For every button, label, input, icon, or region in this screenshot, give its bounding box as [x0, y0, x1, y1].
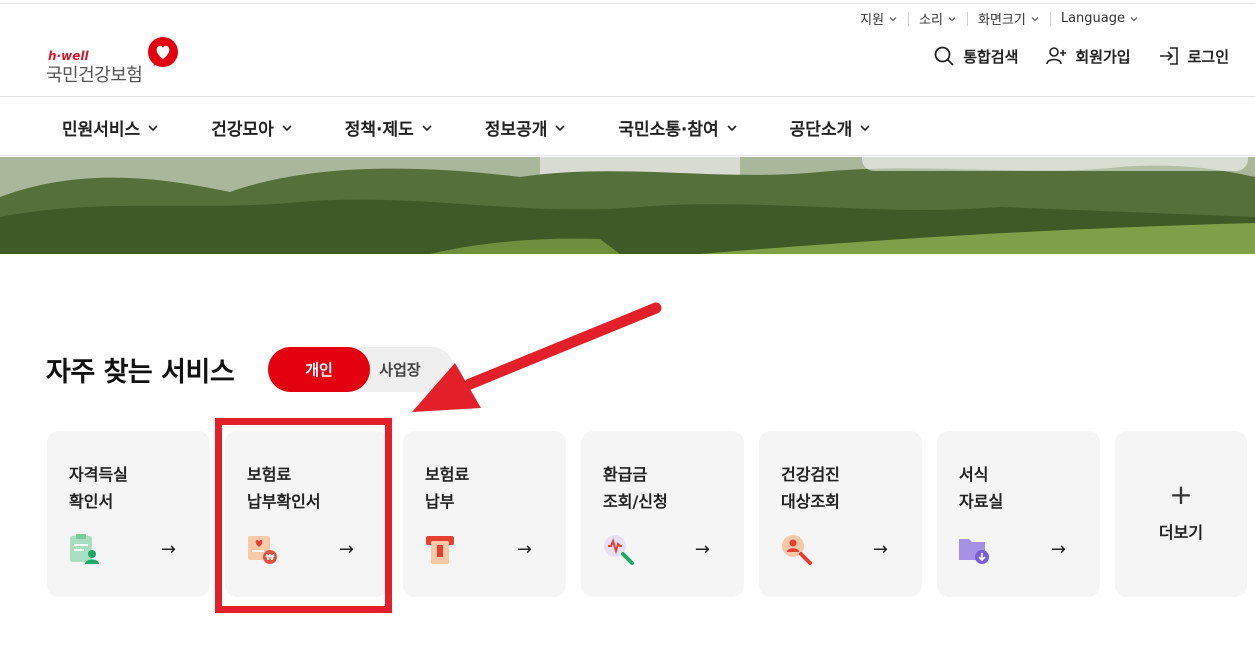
utility-sound[interactable]: 소리 [909, 9, 967, 28]
checkup-search-icon [782, 535, 812, 565]
site-logo[interactable]: h·well 국민건강보험 [46, 36, 186, 86]
unified-search-label: 통합검색 [963, 47, 1019, 66]
arrow-right-icon: → [872, 539, 888, 560]
toggle-personal[interactable]: 개인 [268, 347, 370, 392]
banner-overlay-card [862, 157, 1248, 171]
add-user-icon [1046, 47, 1067, 65]
section-title: 자주 찾는 서비스 [46, 357, 235, 388]
service-card-title: 건강검진 대상조회 [781, 465, 840, 511]
chevron-down-icon [727, 124, 737, 131]
chevron-down-icon [148, 124, 158, 131]
nav-item-civil-service[interactable]: 민원서비스 [62, 115, 159, 140]
certificate-person-icon [70, 534, 99, 564]
atm-card-icon [426, 536, 454, 564]
nav-item-label: 건강모아 [211, 120, 274, 140]
utility-language-label: Language [1060, 11, 1125, 26]
search-icon [934, 46, 954, 66]
heart-logo-icon [148, 37, 178, 67]
utility-bar: 지원 소리 화면크기 Language [850, 9, 1149, 28]
refund-search-icon [604, 535, 634, 565]
plus-icon: + [1169, 478, 1193, 511]
utility-support-label: 지원 [860, 13, 885, 28]
nav-item-policy[interactable]: 정책·제도 [345, 115, 433, 140]
nav-item-label: 민원서비스 [62, 120, 141, 140]
service-card-checkup[interactable]: 건강검진 대상조회 → [759, 431, 922, 597]
login-icon [1159, 47, 1178, 65]
chevron-down-icon [282, 124, 292, 131]
hero-banner-image [0, 157, 1255, 254]
toggle-business[interactable]: 사업장 [370, 347, 430, 392]
arrow-right-icon: → [694, 539, 710, 560]
chevron-down-icon [1130, 16, 1138, 21]
audience-toggle: 개인 사업장 [268, 347, 454, 392]
service-card-payment[interactable]: 보험료 납부 → [403, 431, 566, 597]
highlight-annotation-box [215, 418, 392, 613]
signup-label: 회원가입 [1075, 47, 1131, 66]
folder-download-icon [959, 539, 989, 564]
login-label: 로그인 [1187, 47, 1229, 66]
chevron-down-icon [422, 124, 432, 131]
utility-screen-size-label: 화면크기 [978, 13, 1026, 28]
arrow-right-icon: → [160, 539, 176, 560]
utility-sound-label: 소리 [919, 13, 943, 28]
service-card-title: 서식 자료실 [959, 465, 1004, 511]
nav-item-label: 정보공개 [484, 120, 548, 140]
service-card-title: 자격득실 확인서 [69, 465, 128, 511]
nav-item-label: 정책·제도 [344, 120, 414, 140]
service-card-title: 보험료 납부 [425, 465, 470, 511]
arrow-right-icon: → [1050, 539, 1066, 560]
service-card-title: 환급금 조회/신청 [603, 465, 668, 511]
nav-item-disclosure[interactable]: 정보공개 [485, 115, 567, 140]
service-card-eligibility[interactable]: 자격득실 확인서 → [47, 431, 210, 597]
signup-button[interactable]: 회원가입 [1045, 45, 1131, 67]
top-divider [0, 3, 1255, 4]
chevron-down-icon [860, 124, 870, 131]
service-card-forms[interactable]: 서식 자료실 → [937, 431, 1100, 597]
utility-screen-size[interactable]: 화면크기 [968, 9, 1050, 28]
nav-item-about[interactable]: 공단소개 [790, 115, 872, 140]
more-services-button[interactable]: + 더보기 [1115, 431, 1247, 597]
login-button[interactable]: 로그인 [1158, 45, 1229, 67]
chevron-down-icon [1031, 16, 1039, 21]
arrow-right-icon: → [516, 539, 532, 560]
nav-item-label: 국민소통·참여 [618, 120, 719, 140]
unified-search-button[interactable]: 통합검색 [933, 45, 1018, 67]
landscape-illustration [0, 157, 1255, 254]
header-actions: 통합검색 회원가입 로그인 [906, 45, 1229, 67]
chevron-down-icon [555, 124, 565, 131]
logo-name: 국민건강보험 [46, 65, 143, 86]
main-navigation: 민원서비스 건강모아 정책·제도 정보공개 국민소통·참여 공단소개 [0, 96, 1255, 156]
nav-item-participation[interactable]: 국민소통·참여 [618, 115, 737, 140]
service-card-refund[interactable]: 환급금 조회/신청 → [581, 431, 744, 597]
nav-item-health[interactable]: 건강모아 [211, 115, 293, 140]
utility-support[interactable]: 지원 [850, 9, 908, 28]
chevron-down-icon [948, 16, 956, 21]
chevron-down-icon [889, 16, 897, 21]
more-label: 더보기 [1158, 523, 1204, 542]
nav-item-label: 공단소개 [789, 120, 853, 140]
utility-language[interactable]: Language [1051, 11, 1149, 26]
